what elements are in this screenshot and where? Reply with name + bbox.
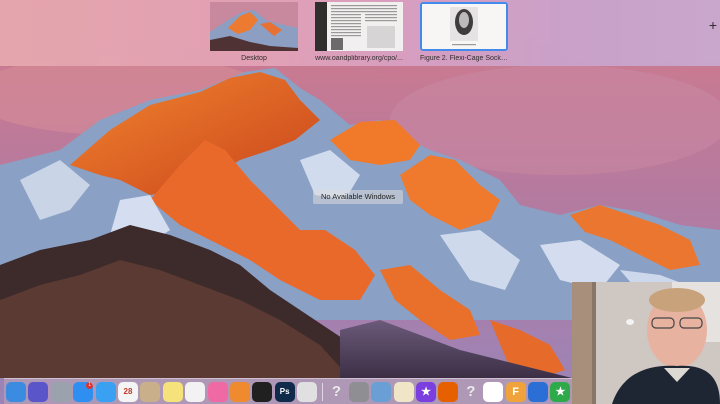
dock: 1 28 Ps? ★? F ★: [4, 378, 593, 404]
finder-icon[interactable]: [6, 381, 26, 402]
document-icon[interactable]: [483, 381, 504, 402]
desktop-thumbnail-image: [210, 2, 298, 51]
contacts-icon[interactable]: [140, 381, 161, 402]
space-desktop[interactable]: Desktop: [210, 2, 298, 62]
app-store-icon[interactable]: 1: [73, 381, 94, 402]
add-space-button[interactable]: +: [706, 18, 720, 32]
textedit-icon[interactable]: [393, 381, 414, 402]
photoshop-glyph: Ps: [279, 387, 290, 396]
illustrator-icon[interactable]: F: [505, 381, 526, 402]
help-glyph: ?: [466, 383, 476, 400]
document-page-thumbnail-image: [315, 2, 403, 51]
help-icon[interactable]: ?: [461, 382, 481, 402]
green-star-glyph: ★: [555, 386, 566, 398]
photos-icon[interactable]: [185, 381, 206, 402]
ibooks-icon[interactable]: [229, 381, 250, 402]
notes-icon[interactable]: [162, 381, 183, 402]
space-figure-window[interactable]: Figure 2. Flexi-Cage Socke...: [420, 2, 508, 62]
space-figure-label: Figure 2. Flexi-Cage Socke...: [420, 55, 508, 62]
no-available-windows-message: No Available Windows: [313, 190, 403, 204]
unknown-app-glyph: ?: [331, 383, 342, 400]
calendar-icon[interactable]: 28: [117, 381, 138, 402]
sync-app-icon[interactable]: [527, 381, 548, 402]
launchpad-icon[interactable]: [50, 381, 71, 402]
photoshop-icon[interactable]: Ps: [274, 381, 295, 402]
space-browser-thumbnail[interactable]: [315, 2, 403, 51]
calendar-glyph: 28: [123, 387, 133, 396]
space-browser-label: www.oandplibrary.org/cpo/...: [315, 55, 403, 62]
system-preferences-icon[interactable]: [348, 381, 369, 402]
green-star-icon[interactable]: ★: [550, 381, 571, 402]
space-figure-thumbnail[interactable]: [420, 2, 508, 51]
mission-control-spaces-bar: Desktop www.oandplibrary.org/cpo/... Fig…: [0, 0, 720, 66]
color-wheel-icon[interactable]: [297, 381, 318, 402]
app-store-badge: 1: [86, 381, 94, 389]
webcam-video-overlay: [572, 282, 720, 404]
unknown-app-icon[interactable]: ?: [326, 382, 346, 402]
dock-separator: [322, 382, 324, 401]
preview-icon[interactable]: [371, 381, 392, 402]
itunes-icon[interactable]: [207, 381, 228, 402]
space-browser-window[interactable]: www.oandplibrary.org/cpo/...: [315, 2, 403, 62]
imovie-icon[interactable]: ★: [416, 381, 437, 402]
safari-icon[interactable]: [95, 381, 116, 402]
imovie-glyph: ★: [421, 386, 431, 398]
system-monitor-icon[interactable]: [252, 381, 273, 402]
space-desktop-label: Desktop: [241, 55, 267, 62]
space-desktop-thumbnail[interactable]: [210, 2, 298, 51]
illustrator-glyph: F: [512, 385, 519, 398]
siri-icon[interactable]: [28, 381, 49, 402]
figure-thumbnail-image: [422, 4, 506, 49]
firefox-icon[interactable]: [438, 381, 459, 402]
